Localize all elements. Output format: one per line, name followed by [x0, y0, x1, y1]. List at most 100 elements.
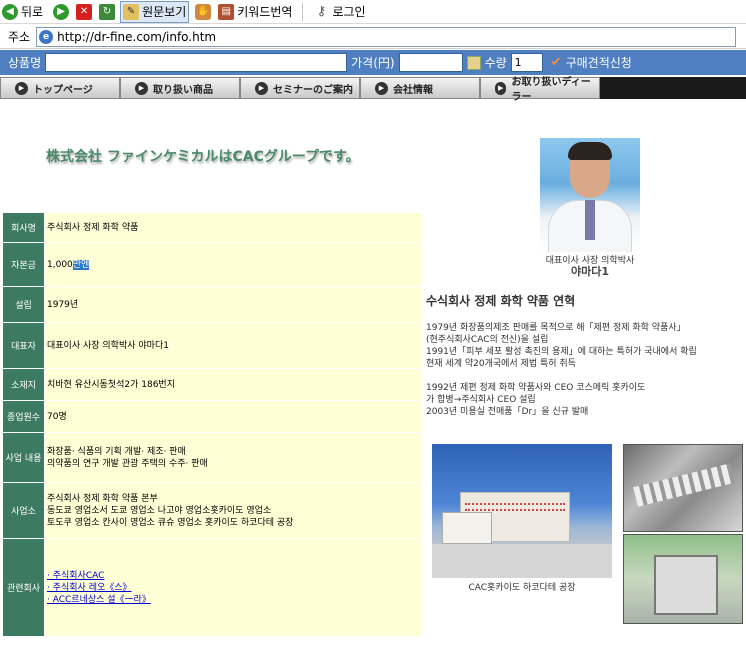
nav-item-products[interactable]: ▶ 取り扱い商品	[120, 77, 240, 99]
keyword-translate-button[interactable]: ▤ 키워드번역	[216, 1, 294, 23]
row-value: 주식회사 정제 화학 약품	[44, 212, 422, 243]
nav-item-label: 会社情報	[393, 84, 433, 96]
production-line-photo	[623, 444, 743, 532]
nav-item-dealers[interactable]: ▶ お取り扱いディーラー	[480, 77, 600, 103]
capital-amount: 1,000	[47, 259, 73, 270]
refresh-icon: ↻	[99, 3, 116, 20]
site-nav: ▶ トップページ ▶ 取り扱い商品 ▶ セミナーのご案内 ▶ 会社情報 ▶ お取り扱いディ…	[0, 77, 746, 103]
table-row: 소재지 치바현 유산시동첫석2가 186번지	[2, 368, 422, 401]
photo-tie	[585, 200, 595, 240]
forward-arrow-icon: ▶	[53, 3, 70, 20]
history-line: 1992년 제편 정제 화학 약품사와 CEO 코스메릭 홋카이도	[426, 383, 646, 393]
row-value: 1,000만엔	[44, 242, 422, 287]
quantity-label: 수량	[484, 56, 507, 70]
checkmark-icon: ✔	[550, 55, 562, 70]
business-line: 화장품· 식품의 기획 개발· 제조· 판매	[47, 446, 186, 457]
factory-caption: CAC홋카이도 하코다테 공장	[468, 583, 576, 593]
row-label: 자본금	[2, 242, 45, 287]
history-line: (현주식회사CAC의 전신)을 설립	[426, 335, 549, 345]
row-label: 설립	[2, 286, 45, 323]
table-row: 대표자 대표이사 사장 의학박사 야마다1	[2, 322, 422, 369]
login-button[interactable]: ⚷ 로그인	[311, 1, 367, 23]
hand-tool-button[interactable]: ✋	[193, 1, 216, 23]
table-row: 회사명 주식회사 정제 화학 약품	[2, 212, 422, 243]
row-value: 대표이사 사장 의학박사 야마다1	[44, 322, 422, 369]
history-line: 1991년「피부 세포 활성 촉진의 용제」에 대하는 특허가 국내에서 확립	[426, 347, 697, 357]
table-row: 사업 내용 화장품· 식품의 기획 개발· 제조· 판매 의약품의 연구 개발 …	[2, 432, 422, 483]
history-line: 1979년 화장품의제조 판매를 목적으로 해「제편 정제 화학 약품사」	[426, 323, 686, 333]
price-input[interactable]	[398, 53, 463, 72]
photo-building	[442, 512, 492, 544]
nav-item-label: トップページ	[33, 84, 93, 96]
address-label: 주소	[8, 30, 31, 44]
row-value: 치바현 유산시동첫석2가 186번지	[44, 368, 422, 401]
stop-icon: ✕	[76, 3, 93, 20]
photo-road	[432, 544, 612, 578]
history-text: 1979년 화장품의제조 판매를 목적으로 해「제편 정제 화학 약품사」 (현…	[426, 322, 746, 418]
keyword-translate-label: 키워드번역	[237, 5, 293, 19]
nav-item-label: 取り扱い商品	[153, 84, 213, 96]
nav-item-seminars[interactable]: ▶ セミナーのご案内	[240, 77, 360, 99]
row-label: 소재지	[2, 368, 45, 401]
hand-icon: ✋	[195, 3, 212, 20]
play-icon: ▶	[15, 81, 28, 95]
table-row: 관련회사 · 주식회사CAC · 주식회사 레오《스》 · ACC르네상스 설《…	[2, 538, 422, 637]
play-icon: ▶	[495, 81, 507, 95]
business-line: 의약품의 연구 개발 관광 주택의 수주· 판매	[47, 458, 208, 469]
quantity-input[interactable]: 1	[510, 53, 543, 72]
browser-toolbar: ◀ 뒤로 ▶ ✕ ↻ ✎ 원문보기 ✋ ▤ 키워드번역 ⚷ 로그인	[0, 0, 746, 24]
stop-button[interactable]: ✕	[74, 1, 97, 23]
factory-photo	[432, 444, 612, 578]
photo-hair	[568, 142, 612, 160]
address-bar: 주소 e http://dr-fine.com/info.htm	[0, 25, 746, 49]
related-company-link[interactable]: · ACC르네상스 설《一라》	[47, 594, 421, 606]
back-button[interactable]: ◀ 뒤로	[0, 1, 45, 23]
related-company-link[interactable]: · 주식회사 레오《스》	[47, 582, 421, 594]
product-name-label: 상품명	[8, 56, 42, 70]
row-value: 70명	[44, 400, 422, 433]
row-label: 대표자	[2, 322, 45, 369]
login-label: 로그인	[332, 5, 366, 19]
history-title: 수식회사 정제 화학 약품 연혁	[426, 294, 576, 308]
capital-unit: 만엔	[72, 259, 90, 270]
related-company-link[interactable]: · 주식회사CAC	[47, 570, 421, 582]
row-label: 사업소	[2, 482, 45, 539]
row-label: 사업 내용	[2, 432, 45, 483]
page-title: 株式会社 ファインケミカルはCACグループです。	[46, 149, 360, 165]
product-bar: 상품명 가격(円) 수량 1 ✔ 구매견적신청	[0, 50, 746, 75]
nav-item-top[interactable]: ▶ トップページ	[0, 77, 120, 99]
original-view-label: 원문보기	[142, 5, 187, 19]
dictionary-icon: ▤	[218, 3, 235, 20]
back-label: 뒤로	[21, 5, 44, 19]
history-spacer	[426, 370, 746, 382]
address-input[interactable]: e http://dr-fine.com/info.htm	[36, 26, 737, 47]
product-name-input[interactable]	[45, 53, 348, 72]
machinery-photo	[623, 534, 743, 624]
row-value: · 주식회사CAC · 주식회사 레오《스》 · ACC르네상스 설《一라》	[44, 538, 422, 637]
row-value: 1979년	[44, 286, 422, 323]
back-arrow-icon: ◀	[2, 3, 18, 20]
calculator-icon[interactable]	[466, 55, 481, 70]
document-edit-icon: ✎	[123, 3, 140, 20]
forward-button[interactable]: ▶	[51, 1, 74, 23]
key-icon: ⚷	[316, 4, 327, 19]
table-row: 종업원수 70명	[2, 400, 422, 433]
refresh-button[interactable]: ↻	[97, 1, 120, 23]
nav-item-label: お取り扱いディーラー	[511, 77, 591, 103]
company-info-table: 회사명 주식회사 정제 화학 약품 자본금 1,000만엔 설립 1979년 대…	[2, 212, 422, 637]
play-icon: ▶	[135, 81, 148, 95]
nav-item-company[interactable]: ▶ 会社情報	[360, 77, 480, 99]
nav-item-label: セミナーのご案内	[273, 84, 353, 96]
history-line: 2003년 미용실 전매품「Dr」을 신규 발매	[426, 407, 589, 417]
toolbar-separator	[302, 2, 304, 21]
order-quote-button[interactable]: 구매견적신청	[566, 54, 632, 71]
address-url: http://dr-fine.com/info.htm	[57, 29, 217, 44]
history-line: 가 합병→주식회사 CEO 설립	[426, 395, 536, 405]
row-label: 관련회사	[2, 538, 45, 637]
office-line: 토도쿠 영업소 칸사이 영업소 큐슈 영업소 홋카이도 하코다테 공장	[47, 517, 294, 528]
original-view-button[interactable]: ✎ 원문보기	[120, 0, 190, 23]
row-label: 종업원수	[2, 400, 45, 433]
page-icon: e	[39, 29, 54, 44]
table-row: 설립 1979년	[2, 286, 422, 323]
price-label: 가격(円)	[351, 56, 395, 70]
